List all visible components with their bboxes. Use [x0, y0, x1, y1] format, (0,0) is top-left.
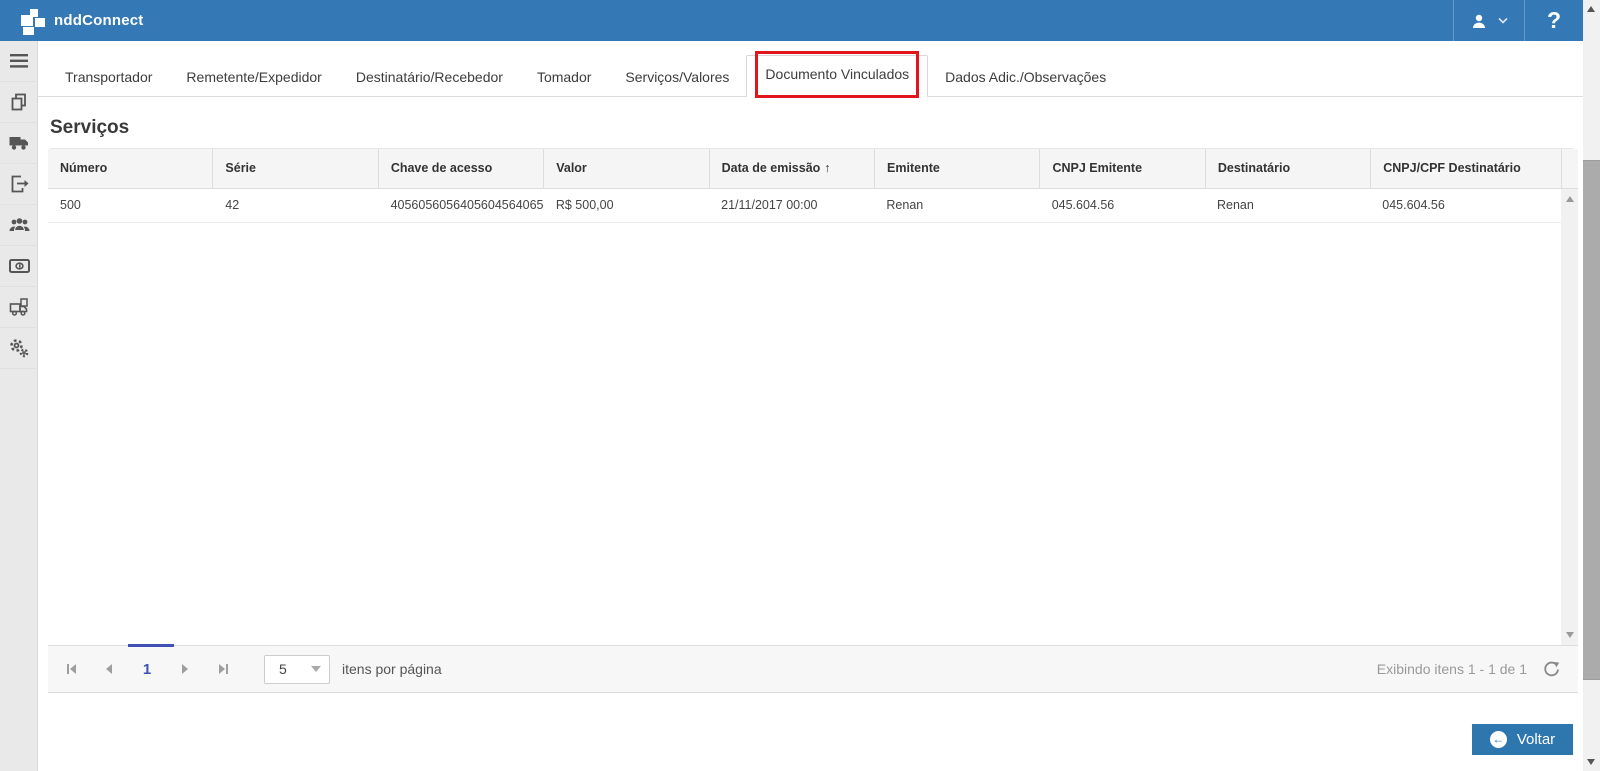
- sidebar-item-finance[interactable]: [0, 246, 38, 287]
- tab-tomador[interactable]: Tomador: [520, 59, 608, 96]
- tab-label: Destinatário/Recebedor: [355, 69, 503, 85]
- tab-label: Serviços/Valores: [625, 69, 730, 85]
- sidebar-item-menu[interactable]: [0, 41, 38, 82]
- ndd-logo-icon: [20, 8, 46, 35]
- previous-page-icon: [106, 664, 112, 674]
- grid-header-row: Número Série Chave de acesso Valor Data de e…: [48, 149, 1578, 189]
- tab-remetente-expedidor[interactable]: Remetente/Expedidor: [169, 59, 338, 96]
- cell-n-mero: 500: [60, 198, 81, 212]
- cell-cnpj-cpf-destinat-rio: 045.604.56: [1382, 198, 1445, 212]
- cell-cnpj-emitente: 045.604.56: [1051, 198, 1115, 212]
- app-title: nddConnect: [54, 12, 144, 29]
- first-page-button[interactable]: [52, 654, 90, 684]
- help-button[interactable]: ?: [1525, 0, 1583, 41]
- header-scrollbar-filler: [1560, 149, 1578, 188]
- last-page-button[interactable]: [204, 654, 242, 684]
- page-size-label: itens por página: [342, 661, 442, 677]
- column-header-cnpj-emitente[interactable]: CNPJ Emitente: [1039, 149, 1204, 188]
- cell-valor: R$ 500,00: [555, 198, 614, 212]
- grid-body: 500 42 40560560564056045640650... R$ 500,00…: [48, 189, 1578, 645]
- column-header-data-de-emiss-o[interactable]: Data de emissão ↑: [708, 149, 874, 188]
- help-icon: ?: [1546, 7, 1562, 33]
- sidebar: [0, 41, 38, 771]
- settings-gears-icon: [9, 338, 29, 358]
- column-header-s-rie[interactable]: Série: [212, 149, 377, 188]
- copy-documents-icon: [9, 92, 29, 112]
- cell-s-rie: 42: [225, 198, 240, 212]
- cell-emitente: Renan: [886, 198, 924, 212]
- highlighted-tab-label: Documento Vinculados: [755, 51, 920, 98]
- sort-asc-icon: ↑: [824, 161, 831, 175]
- sidebar-item-users[interactable]: [0, 205, 38, 246]
- tab-servi-os-valores[interactable]: Serviços/Valores: [608, 59, 746, 96]
- next-page-icon: [182, 664, 188, 674]
- sidebar-item-transport[interactable]: [0, 123, 38, 164]
- main-content: Transportador Remetente/Expedidor Destinat…: [38, 41, 1583, 771]
- scrollbar-thumb[interactable]: [1583, 160, 1600, 680]
- chevron-down-icon: [1498, 17, 1508, 24]
- pager: 1 5 itens por página Exibindo itens 1 - …: [48, 644, 1578, 693]
- tab-transportador[interactable]: Transportador: [48, 59, 169, 96]
- selected-page-indicator: [128, 644, 174, 647]
- arrow-left-icon: ←: [1489, 731, 1507, 748]
- column-header-valor[interactable]: Valor: [543, 149, 708, 188]
- grid-scrollbar[interactable]: [1561, 189, 1578, 645]
- chevron-down-icon: [311, 666, 321, 672]
- page-size-select[interactable]: 5: [264, 654, 330, 684]
- hamburger-menu-icon: [10, 54, 28, 68]
- scroll-down-icon[interactable]: [1566, 632, 1574, 638]
- previous-page-button[interactable]: [90, 654, 128, 684]
- banknote-icon: [8, 259, 30, 273]
- page-size-value: 5: [279, 661, 287, 677]
- cell-chave-de-acesso: 40560560564056045640650...: [390, 198, 544, 212]
- refresh-button[interactable]: [1543, 661, 1560, 678]
- back-button[interactable]: ← Voltar: [1472, 724, 1573, 755]
- services-grid: Número Série Chave de acesso Valor Data de e…: [48, 149, 1578, 693]
- first-page-icon: [66, 664, 69, 674]
- scroll-up-icon[interactable]: [1566, 196, 1574, 202]
- user-menu-button[interactable]: [1453, 0, 1525, 41]
- grid-rows: 500 42 40560560564056045640650... R$ 500,00…: [48, 189, 1561, 223]
- tab-documento-vinculados[interactable]: Documento Vinculados: [746, 51, 929, 98]
- export-document-icon: [9, 175, 29, 193]
- scroll-down-icon[interactable]: [1587, 759, 1595, 765]
- scroll-up-icon[interactable]: [1587, 6, 1595, 12]
- app-logo: nddConnect: [20, 8, 144, 35]
- tab-label: Dados Adic./Observações: [945, 69, 1107, 85]
- app-header: nddConnect ?: [0, 0, 1583, 41]
- tab-dados-adic-observa-es[interactable]: Dados Adic./Observações: [928, 59, 1123, 96]
- tab-label: Remetente/Expedidor: [186, 69, 322, 85]
- cell-destinat-rio: Renan: [1216, 198, 1254, 212]
- column-header-emitente[interactable]: Emitente: [874, 149, 1039, 188]
- table-row[interactable]: 500 42 40560560564056045640650... R$ 500,00…: [48, 189, 1561, 223]
- cell-data-de-emiss-o: 21/11/2017 00:00: [721, 198, 818, 212]
- items-info: Exibindo itens 1 - 1 de 1: [1376, 661, 1527, 677]
- tab-label: Transportador: [65, 69, 153, 85]
- last-page-icon: [218, 664, 225, 674]
- page-scrollbar[interactable]: [1583, 0, 1600, 771]
- page-number-1[interactable]: 1: [128, 661, 166, 678]
- back-button-label: Voltar: [1516, 731, 1556, 748]
- tab-strip: Transportador Remetente/Expedidor Destinat…: [38, 51, 1583, 98]
- column-header-destinat-rio[interactable]: Destinatário: [1204, 149, 1370, 188]
- sidebar-item-export[interactable]: [0, 164, 38, 205]
- delivery-truck-icon: [9, 298, 30, 316]
- page-title: Serviços: [50, 117, 1573, 149]
- next-page-button[interactable]: [166, 654, 204, 684]
- truck-icon: [9, 135, 29, 151]
- users-group-icon: [9, 217, 30, 233]
- column-header-chave-de-acesso[interactable]: Chave de acesso: [377, 149, 543, 188]
- user-icon: [1470, 12, 1488, 30]
- sidebar-item-settings[interactable]: [0, 328, 38, 369]
- column-header-cnpj-cpf-destinat-rio[interactable]: CNPJ/CPF Destinatário: [1370, 149, 1561, 188]
- tab-destinat-rio-recebedor[interactable]: Destinatário/Recebedor: [339, 59, 520, 96]
- tab-label: Tomador: [536, 69, 592, 85]
- column-header-n-mero[interactable]: Número: [48, 149, 212, 188]
- sidebar-item-documents[interactable]: [0, 82, 38, 123]
- refresh-icon: [1544, 661, 1560, 676]
- sidebar-item-freight[interactable]: [0, 287, 38, 328]
